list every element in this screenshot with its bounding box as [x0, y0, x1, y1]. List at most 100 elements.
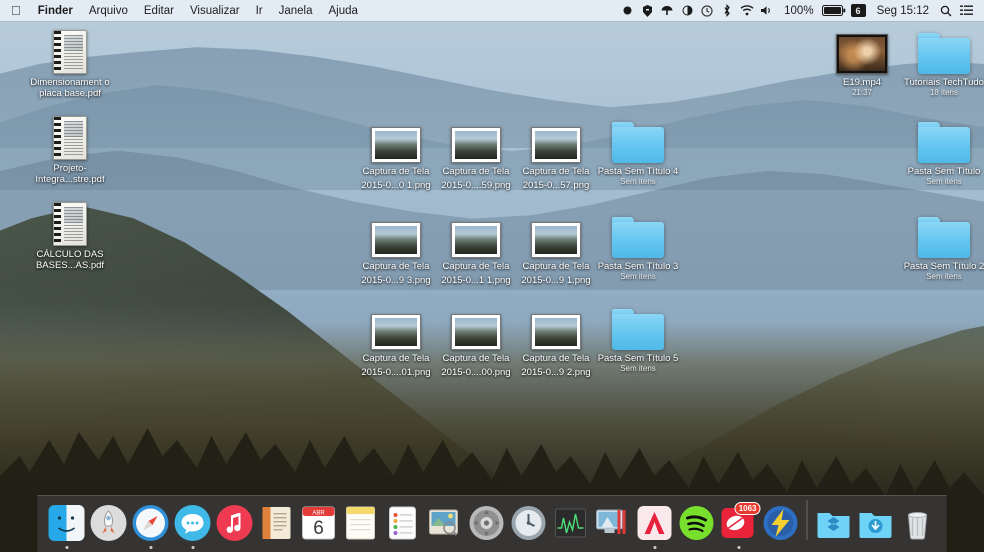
- notification-center-icon[interactable]: [956, 0, 976, 22]
- running-indicator: [275, 546, 278, 549]
- reminders-icon: [384, 504, 422, 542]
- apple-menu-icon[interactable]: : [9, 0, 30, 22]
- menu-item-finder[interactable]: Finder: [30, 0, 81, 22]
- time-machine-icon[interactable]: [697, 0, 717, 22]
- screenshot-thumbnail-icon: [371, 113, 421, 163]
- finder-icon: [48, 504, 86, 542]
- dock-system-preferences[interactable]: [466, 496, 508, 549]
- running-indicator: [149, 546, 152, 549]
- dock-adobe-app[interactable]: [634, 496, 676, 549]
- itunes-icon: [216, 504, 254, 542]
- running-indicator: [359, 546, 362, 549]
- icon-sublabel: 21:37: [852, 88, 872, 98]
- icon-label: Captura de Tela: [443, 353, 510, 364]
- running-indicator: [653, 546, 656, 549]
- dock-activity-monitor[interactable]: [550, 496, 592, 549]
- screenshot-thumbnail-icon: [451, 208, 501, 258]
- folder-pasta-sem-titulo[interactable]: Pasta Sem Título Sem itens: [896, 113, 984, 187]
- dock-launchpad[interactable]: [88, 496, 130, 549]
- icon-filename: 2015-0....00.png: [441, 367, 510, 378]
- dock-notes[interactable]: [340, 496, 382, 549]
- dock-downloads-folder[interactable]: [855, 496, 897, 549]
- launchpad-icon: [90, 504, 128, 542]
- menu-item-ir[interactable]: Ir: [248, 0, 271, 22]
- battery-icon[interactable]: [821, 0, 847, 22]
- running-indicator: [233, 546, 236, 549]
- icon-filename: 2015-0....59.png: [441, 180, 510, 191]
- dot-status-icon[interactable]: [617, 0, 637, 22]
- icon-label: Captura de Tela: [523, 353, 590, 364]
- dock-flash-app[interactable]: [760, 496, 802, 549]
- icon-label: E19.mp4: [843, 77, 881, 88]
- folder-tutoriais-techtudo[interactable]: Tutoriais TechTudo 18 itens: [896, 24, 984, 98]
- menu-item-janela[interactable]: Janela: [271, 0, 321, 22]
- screenshot-thumbnail-icon: [531, 208, 581, 258]
- icon-label: Captura de Tela: [363, 261, 430, 272]
- folder-pasta-sem-titulo-4[interactable]: Pasta Sem Título 4 Sem itens: [590, 113, 686, 187]
- menu-item-visualizar[interactable]: Visualizar: [182, 0, 248, 22]
- calendar-day-label: 6: [313, 518, 324, 539]
- dock-photos[interactable]: [424, 496, 466, 549]
- icon-sublabel: Sem itens: [926, 272, 962, 282]
- circle-status-icon[interactable]: [677, 0, 697, 22]
- running-indicator: [832, 546, 835, 549]
- folder-icon: [612, 113, 664, 163]
- icon-label: Captura de Tela: [523, 166, 590, 177]
- volume-icon[interactable]: [757, 0, 777, 22]
- dock-screen-recorder[interactable]: [592, 496, 634, 549]
- dock-spotify[interactable]: [676, 496, 718, 549]
- trash-icon: [899, 504, 937, 542]
- running-indicator: [569, 546, 572, 549]
- dock-finder[interactable]: [46, 496, 88, 549]
- icon-label: Projeto-Integra...stre.pdf: [23, 163, 117, 185]
- flash-icon: [762, 504, 800, 542]
- calendar-badge-icon[interactable]: 6: [851, 4, 866, 17]
- dropbox-status-icon[interactable]: [657, 0, 677, 22]
- doc-calculo-bases[interactable]: CÁLCULO DAS BASES...AS.pdf: [22, 196, 118, 271]
- search-icon[interactable]: [936, 0, 956, 22]
- dock-messages[interactable]: [172, 496, 214, 549]
- menu-item-ajuda[interactable]: Ajuda: [321, 0, 366, 22]
- icon-filename: 2015-0...0 1.png: [361, 180, 430, 191]
- icon-filename: 2015-0...9 3.png: [361, 275, 430, 286]
- activity-monitor-icon: [552, 504, 590, 542]
- folder-pasta-sem-titulo-3[interactable]: Pasta Sem Título 3 Sem itens: [590, 208, 686, 282]
- doc-projeto-integrado[interactable]: Projeto-Integra...stre.pdf: [22, 110, 118, 185]
- dock-time-machine[interactable]: [508, 496, 550, 549]
- mail-icon: 1063: [720, 504, 758, 542]
- dock-trash[interactable]: [897, 496, 939, 549]
- dropbox-folder-icon: [815, 504, 853, 542]
- clock-label[interactable]: Seg 15:12: [870, 0, 936, 22]
- running-indicator: [527, 546, 530, 549]
- pdf-document-icon: [53, 24, 87, 74]
- messages-icon: [174, 504, 212, 542]
- icon-label: Pasta Sem Título 3: [598, 261, 679, 272]
- icon-filename: 2015-0...1 1.png: [441, 275, 510, 286]
- icon-sublabel: Sem itens: [620, 364, 656, 374]
- screenshot-thumbnail-icon: [371, 300, 421, 350]
- dock-mail-app[interactable]: 1063: [718, 496, 760, 549]
- running-indicator: [874, 546, 877, 549]
- folder-pasta-sem-titulo-5[interactable]: Pasta Sem Título 5 Sem itens: [590, 300, 686, 374]
- folder-pasta-sem-titulo-2[interactable]: Pasta Sem Título 2 Sem itens: [896, 208, 984, 282]
- icon-label: Pasta Sem Título: [908, 166, 981, 177]
- icon-label: Pasta Sem Título 4: [598, 166, 679, 177]
- bluetooth-icon[interactable]: [717, 0, 737, 22]
- dock-dropbox-folder[interactable]: [813, 496, 855, 549]
- shield-status-icon[interactable]: [637, 0, 657, 22]
- menu-item-editar[interactable]: Editar: [136, 0, 182, 22]
- menu-item-arquivo[interactable]: Arquivo: [81, 0, 136, 22]
- wifi-icon[interactable]: [737, 0, 757, 22]
- dock-calendar[interactable]: ABR 6: [298, 496, 340, 549]
- battery-percent-label: 100%: [777, 0, 820, 22]
- dock-reminders[interactable]: [382, 496, 424, 549]
- doc-dimensionamento[interactable]: Dimensionament o placa base.pdf: [22, 24, 118, 99]
- icon-label: Pasta Sem Título 2: [904, 261, 984, 272]
- spotify-icon: [678, 504, 716, 542]
- dock-contacts[interactable]: [256, 496, 298, 549]
- folder-icon: [918, 24, 970, 74]
- video-thumbnail-icon: [836, 24, 888, 74]
- dock-itunes[interactable]: [214, 496, 256, 549]
- running-indicator: [443, 546, 446, 549]
- dock-safari[interactable]: [130, 496, 172, 549]
